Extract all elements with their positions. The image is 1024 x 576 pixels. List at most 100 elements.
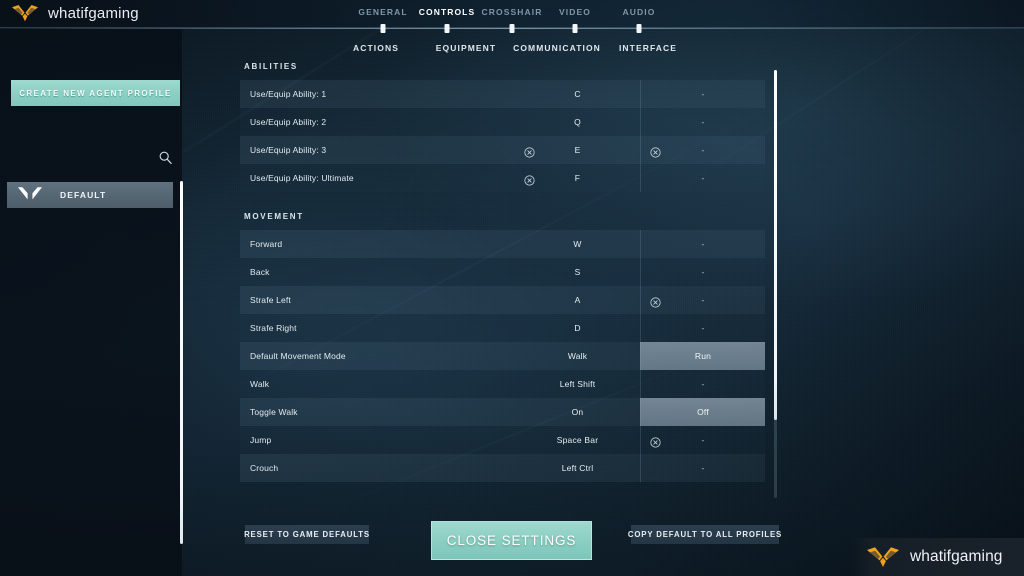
keybind-secondary-cell[interactable]: Run [640,342,765,370]
keybind-primary-cell[interactable]: W [515,230,640,258]
circle-x-icon[interactable] [650,295,661,308]
keybind-primary-cell[interactable]: E [515,136,640,164]
close-settings-button[interactable]: CLOSE SETTINGS [431,521,592,560]
keybind-primary-cell[interactable]: F [515,164,640,192]
keybind-secondary-cell[interactable]: - [640,370,765,398]
keybind-row-group: Forward W - Back S - Strafe Left A - Strafe Right… [240,230,778,482]
table-row: Forward W - [240,230,765,258]
keybind-value: E [574,145,581,155]
keybind-value: - [701,323,705,333]
keybind-action-label: Toggle Walk [250,407,298,417]
watermark-text: whatifgaming [910,548,1003,565]
keybind-value: - [701,145,705,155]
nav-tab-marker-dot [380,24,386,33]
keybind-primary-cell[interactable]: Left Shift [515,370,640,398]
keybind-value: - [701,463,705,473]
keybind-value: Left Ctrl [561,463,594,473]
keybind-value: - [701,295,705,305]
sub-nav-tabs: ACTIONS EQUIPMENT COMMUNICATION INTERFACE [340,43,680,57]
keybind-row-group: Use/Equip Ability: 1 C - Use/Equip Ability:… [240,80,778,192]
keybind-value: S [574,267,581,277]
sidebar-scrollbar[interactable] [180,181,183,544]
keybind-secondary-cell[interactable]: - [640,258,765,286]
circle-x-icon[interactable] [524,173,535,186]
subtab-actions[interactable]: ACTIONS [353,43,399,53]
nav-tab-markers [0,24,1024,33]
keybind-value: - [701,239,705,249]
valorant-logo-icon [17,186,43,204]
circle-x-icon[interactable] [650,145,661,158]
profile-label: DEFAULT [60,190,107,200]
keybind-secondary-cell[interactable]: - [640,286,765,314]
keybind-action-label: Default Movement Mode [250,351,346,361]
keybind-primary-cell[interactable]: A [515,286,640,314]
tab-video[interactable]: VIDEO [559,7,591,17]
circle-x-icon[interactable] [650,435,661,448]
keybind-secondary-cell[interactable]: - [640,108,765,136]
create-profile-label: CREATE NEW AGENT PROFILE [19,88,172,98]
keybind-value: Off [697,407,709,417]
circle-x-icon[interactable] [524,145,535,158]
keybind-value: D [574,323,581,333]
keybind-secondary-cell[interactable]: - [640,314,765,342]
keybind-value: - [701,89,705,99]
whatifgaming-logo-icon [10,3,40,23]
tab-audio[interactable]: AUDIO [623,7,656,17]
keybind-secondary-cell[interactable]: - [640,136,765,164]
create-new-agent-profile-button[interactable]: CREATE NEW AGENT PROFILE [11,80,180,106]
agent-profile-sidebar: CREATE NEW AGENT PROFILE DEFAULT [0,29,183,576]
keybind-primary-cell[interactable]: S [515,258,640,286]
keybind-secondary-cell[interactable]: - [640,230,765,258]
keybind-secondary-cell[interactable]: Off [640,398,765,426]
copy-default-to-all-profiles-button[interactable]: COPY DEFAULT TO ALL PROFILES [628,525,781,544]
nav-tab-marker-dot [509,24,515,33]
keybind-secondary-cell[interactable]: - [640,164,765,192]
section-title-abilities: ABILITIES [244,62,298,71]
subtab-communication[interactable]: COMMUNICATION [513,43,601,53]
main-nav-tabs: GENERAL CONTROLS CROSSHAIR VIDEO AUDIO [352,7,672,21]
keybind-value: Space Bar [556,435,599,445]
keybind-value: - [701,173,705,183]
watermark: whatifgaming [851,538,1024,576]
reset-button-label: RESET TO GAME DEFAULTS [244,530,370,539]
keybind-primary-cell[interactable]: Left Ctrl [515,454,640,482]
search-icon[interactable] [158,150,173,165]
keybind-action-label: Use/Equip Ability: 2 [250,117,327,127]
close-button-label: CLOSE SETTINGS [446,533,577,548]
keybind-value: Walk [567,351,588,361]
keybind-value: Left Shift [559,379,596,389]
table-row: Use/Equip Ability: 2 Q - [240,108,765,136]
keybind-primary-cell[interactable]: D [515,314,640,342]
keybind-secondary-cell[interactable]: - [640,80,765,108]
settings-scrollbar[interactable] [774,70,777,498]
tab-controls[interactable]: CONTROLS [419,7,476,17]
tab-general[interactable]: GENERAL [358,7,407,17]
valorant-settings-screen: CREATE NEW AGENT PROFILE DEFAULT ABILITI… [0,0,1024,576]
keybind-primary-cell[interactable]: Walk [515,342,640,370]
table-row: Use/Equip Ability: 1 C - [240,80,765,108]
keybind-value: - [701,117,705,127]
scrollbar-thumb[interactable] [774,70,777,420]
tab-crosshair[interactable]: CROSSHAIR [482,7,543,17]
keybind-primary-cell[interactable]: Space Bar [515,426,640,454]
keybind-action-label: Back [250,267,270,277]
keybind-value: Run [694,351,712,361]
keybind-primary-cell[interactable]: C [515,80,640,108]
keybind-value: F [574,173,581,183]
reset-to-game-defaults-button[interactable]: RESET TO GAME DEFAULTS [244,525,370,544]
keybind-primary-cell[interactable]: On [515,398,640,426]
keybind-secondary-cell[interactable]: - [640,454,765,482]
keybind-action-label: Strafe Left [250,295,291,305]
keybind-value: - [701,267,705,277]
keybind-action-label: Strafe Right [250,323,297,333]
nav-tab-marker-dot [444,24,450,33]
keybind-primary-cell[interactable]: Q [515,108,640,136]
keybind-value: - [701,435,705,445]
table-row: Walk Left Shift - [240,370,765,398]
keybind-secondary-cell[interactable]: - [640,426,765,454]
sidebar-item-default-profile[interactable]: DEFAULT [7,182,173,208]
subtab-equipment[interactable]: EQUIPMENT [436,43,496,53]
subtab-interface[interactable]: INTERFACE [619,43,677,53]
keybind-value: W [573,239,582,249]
